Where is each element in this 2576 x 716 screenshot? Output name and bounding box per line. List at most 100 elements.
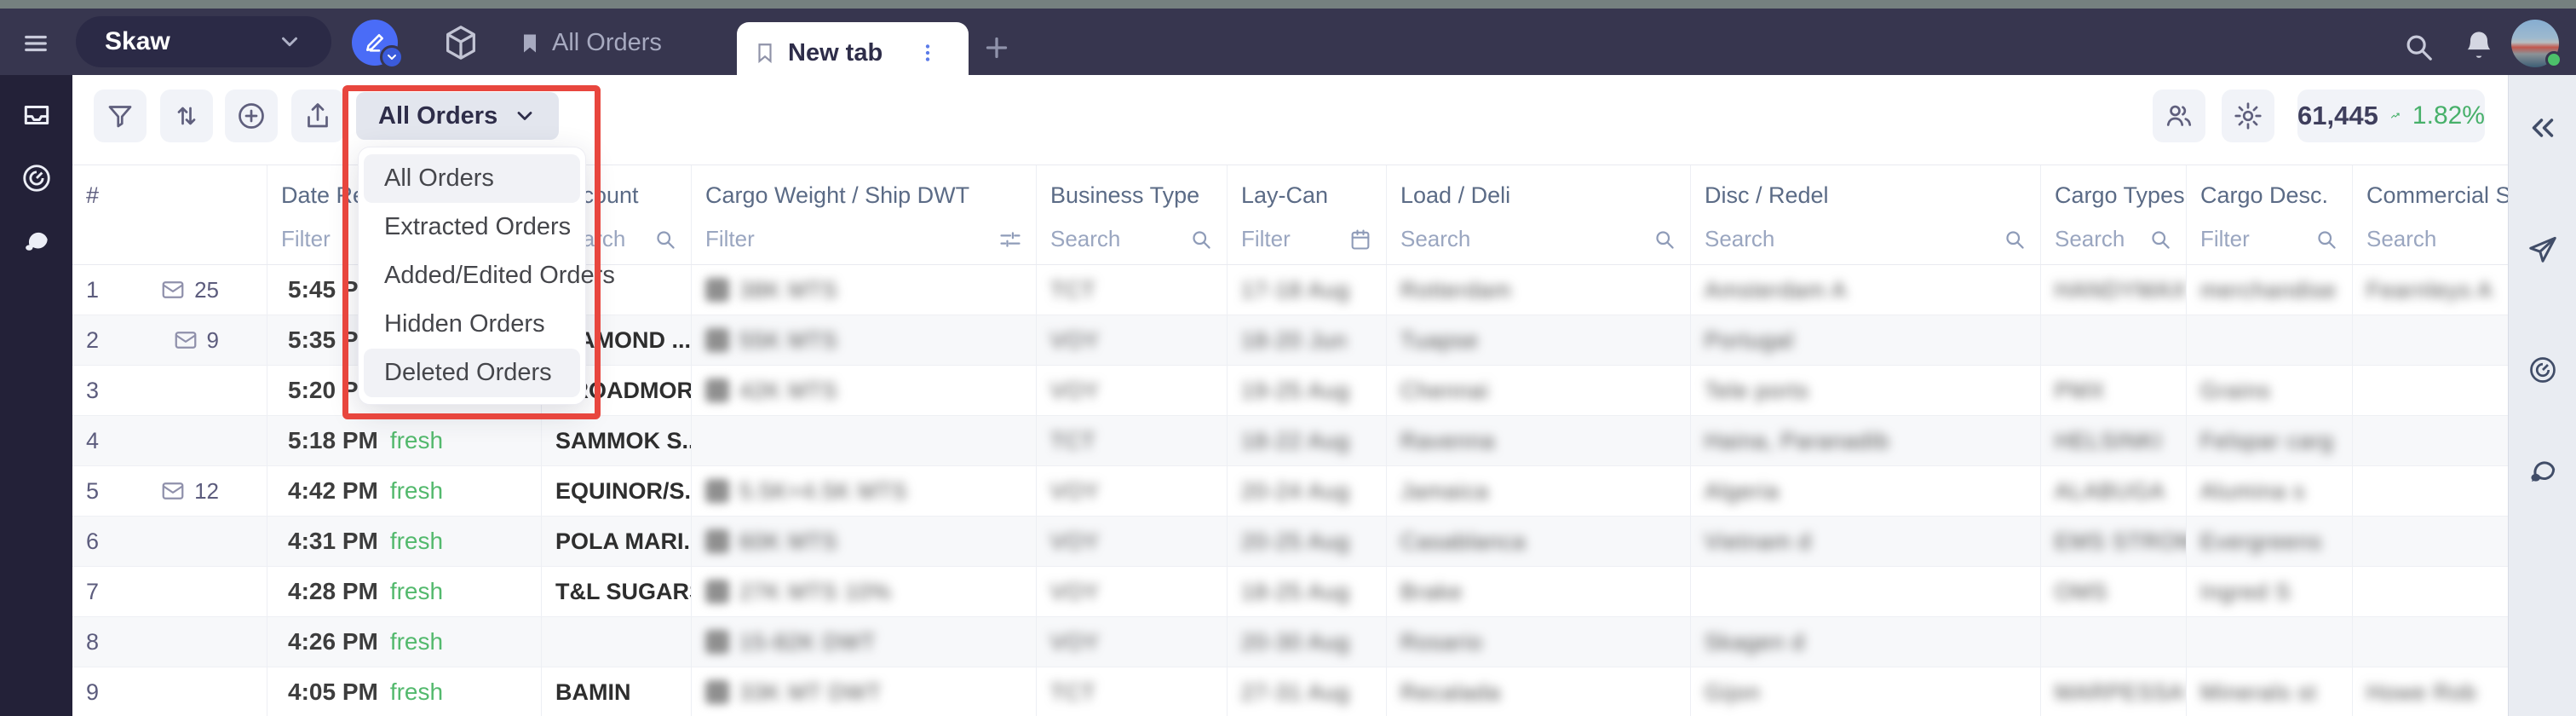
cell-num[interactable]: 8 <box>72 617 267 667</box>
cell-cargo_weight[interactable]: 27K MTS 10% <box>692 567 1037 616</box>
cell-cargo_desc[interactable]: merchandise <box>2187 265 2353 315</box>
bookmarked-view[interactable]: All Orders <box>518 29 662 57</box>
cell-load_deli[interactable]: Chennai <box>1387 366 1691 415</box>
cell-num[interactable]: 29 <box>72 315 267 365</box>
cell-load_deli[interactable]: Brake <box>1387 567 1691 616</box>
cell-date[interactable]: 4:28 PMfresh <box>267 567 542 616</box>
table-row[interactable]: 64:31 PMfreshPOLA MARI...60K MTSVOY20-25… <box>72 517 2508 567</box>
email-count-badge[interactable]: 9 <box>173 327 253 354</box>
sort-button[interactable] <box>160 90 213 142</box>
cell-account[interactable]: EQUINOR/S... <box>542 466 692 516</box>
filter-button[interactable] <box>94 90 147 142</box>
cell-commercial[interactable] <box>2353 416 2508 465</box>
cell-num[interactable]: 6 <box>72 517 267 566</box>
cell-num[interactable]: 4 <box>72 416 267 465</box>
cell-account[interactable] <box>542 617 692 667</box>
cell-cargo_types[interactable]: EMS STROM <box>2041 517 2187 566</box>
cell-cargo_weight[interactable]: 55K MTS <box>692 315 1037 365</box>
cell-business_type[interactable]: VOY <box>1037 567 1228 616</box>
cell-cargo_types[interactable]: HANDYMAX V <box>2041 265 2187 315</box>
column-filter-input[interactable]: Filter <box>281 226 331 252</box>
cell-lay_can[interactable]: 20-30 Aug <box>1228 617 1387 667</box>
table-row[interactable]: 94:05 PMfreshBAMIN33K MT DWTTCT27-31 Aug… <box>72 667 2508 716</box>
cell-load_deli[interactable]: Rosario <box>1387 617 1691 667</box>
collapse-panel-icon[interactable] <box>2527 113 2558 143</box>
cell-disc_redel[interactable]: Skagen d <box>1691 617 2041 667</box>
search-icon[interactable] <box>653 228 677 251</box>
cell-cargo_weight[interactable]: 5.5K+4.5K MTS <box>692 466 1037 516</box>
cell-disc_redel[interactable]: Portugal <box>1691 315 2041 365</box>
calendar-icon[interactable] <box>1348 228 1372 251</box>
chat-icon[interactable] <box>20 225 53 257</box>
cell-commercial[interactable] <box>2353 567 2508 616</box>
cell-date[interactable]: 4:05 PMfresh <box>267 667 542 716</box>
cell-cargo_types[interactable]: PMX <box>2041 366 2187 415</box>
cell-cargo_weight[interactable] <box>692 416 1037 465</box>
cell-lay_can[interactable]: 17-18 Aug <box>1228 265 1387 315</box>
assignees-button[interactable] <box>2153 90 2205 142</box>
cell-load_deli[interactable]: Casablanca <box>1387 517 1691 566</box>
cell-cargo_weight[interactable]: 33K MT DWT <box>692 667 1037 716</box>
cell-cargo_types[interactable]: HELSINKI <box>2041 416 2187 465</box>
cell-lay_can[interactable]: 19-25 Aug <box>1228 366 1387 415</box>
cell-business_type[interactable]: VOY <box>1037 315 1228 365</box>
cell-num[interactable]: 512 <box>72 466 267 516</box>
search-icon[interactable] <box>2402 31 2435 63</box>
cell-commercial[interactable] <box>2353 366 2508 415</box>
column-filter-input[interactable]: Filter <box>2200 226 2250 252</box>
menu-item-added-edited-orders[interactable]: Added/Edited Orders <box>364 251 580 300</box>
email-count-badge[interactable]: 25 <box>160 277 253 303</box>
cell-cargo_types[interactable]: OMS <box>2041 567 2187 616</box>
cell-load_deli[interactable]: Tuapse <box>1387 315 1691 365</box>
settings-button[interactable] <box>2222 90 2274 142</box>
view-selector-button[interactable]: All Orders <box>356 92 559 140</box>
table-row[interactable]: 45:18 PMfreshSAMMOK S...TCT18-22 AugRave… <box>72 416 2508 466</box>
hamburger-menu-icon[interactable] <box>19 31 53 56</box>
cell-account[interactable]: SAMMOK S... <box>542 416 692 465</box>
column-filter-input[interactable]: Filter <box>705 226 755 252</box>
search-icon[interactable] <box>2148 228 2172 251</box>
cell-business_type[interactable]: VOY <box>1037 617 1228 667</box>
target-icon[interactable] <box>20 162 53 194</box>
add-order-button[interactable] <box>225 90 278 142</box>
cell-cargo_desc[interactable]: Ingred S <box>2187 567 2353 616</box>
cell-cargo_desc[interactable]: Evergreens <box>2187 517 2353 566</box>
column-search-input[interactable]: Search <box>1400 226 1470 252</box>
column-search-input[interactable]: Search <box>1050 226 1120 252</box>
cell-num[interactable]: 3 <box>72 366 267 415</box>
cell-business_type[interactable]: TCT <box>1037 416 1228 465</box>
target-icon[interactable] <box>2527 355 2558 385</box>
sliders-icon[interactable] <box>998 228 1022 251</box>
cell-business_type[interactable]: VOY <box>1037 366 1228 415</box>
cell-business_type[interactable]: TCT <box>1037 265 1228 315</box>
cell-date[interactable]: 5:18 PMfresh <box>267 416 542 465</box>
cell-cargo_weight[interactable]: 38K MTS <box>692 265 1037 315</box>
cell-commercial[interactable] <box>2353 466 2508 516</box>
cell-num[interactable]: 7 <box>72 567 267 616</box>
cell-cargo_types[interactable] <box>2041 315 2187 365</box>
cell-num[interactable]: 125 <box>72 265 267 315</box>
cell-cargo_types[interactable] <box>2041 617 2187 667</box>
column-search-input[interactable]: Search <box>2366 226 2436 252</box>
cell-cargo_desc[interactable]: Alumina s <box>2187 466 2353 516</box>
notifications-bell-icon[interactable] <box>2462 29 2496 63</box>
cell-load_deli[interactable]: Jamaica <box>1387 466 1691 516</box>
inbox-icon[interactable] <box>20 99 53 131</box>
cell-disc_redel[interactable]: Amsterdam A <box>1691 265 2041 315</box>
cell-cargo_weight[interactable]: 42K MTS <box>692 366 1037 415</box>
cell-date[interactable]: 4:26 PMfresh <box>267 617 542 667</box>
cell-lay_can[interactable]: 18-25 Aug <box>1228 567 1387 616</box>
cell-cargo_desc[interactable]: Minerals st <box>2187 667 2353 716</box>
search-icon[interactable] <box>2314 228 2338 251</box>
cell-commercial[interactable]: Fearnleys A <box>2353 265 2508 315</box>
tab-options-icon[interactable] <box>917 42 939 64</box>
menu-item-extracted-orders[interactable]: Extracted Orders <box>364 203 580 251</box>
cell-cargo_desc[interactable] <box>2187 617 2353 667</box>
send-icon[interactable] <box>2527 233 2559 265</box>
cell-commercial[interactable]: Howe Rob <box>2353 667 2508 716</box>
cell-disc_redel[interactable] <box>1691 567 2041 616</box>
cell-account[interactable]: POLA MARI... <box>542 517 692 566</box>
table-row[interactable]: 84:26 PMfresh15-82K DWTVOY20-30 AugRosar… <box>72 617 2508 667</box>
cell-cargo_desc[interactable]: Felspar carg <box>2187 416 2353 465</box>
cell-business_type[interactable]: VOY <box>1037 466 1228 516</box>
